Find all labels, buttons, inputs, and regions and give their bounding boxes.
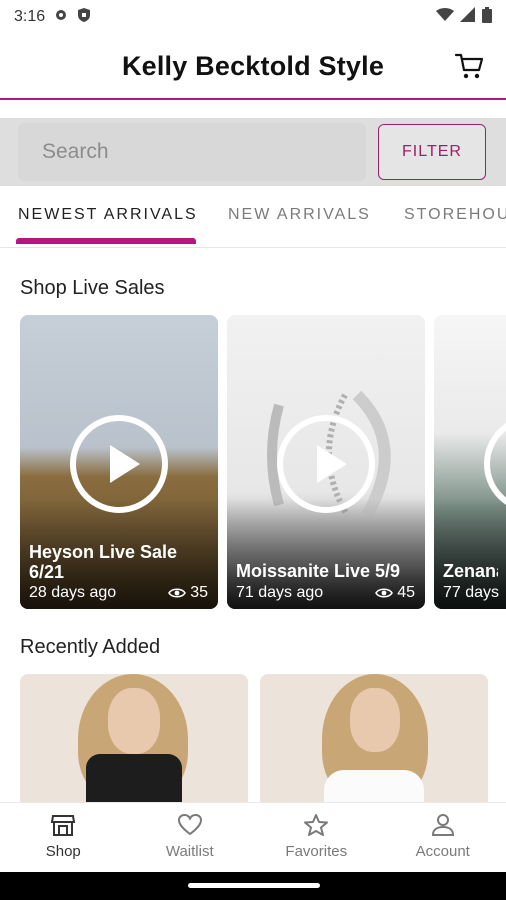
search-input[interactable]: Search	[18, 123, 366, 181]
active-tab-indicator	[16, 238, 196, 244]
nav-waitlist[interactable]: Waitlist	[127, 803, 254, 872]
card-meta: 71 days ago 45	[236, 584, 415, 602]
nav-label: Shop	[45, 843, 81, 860]
card-age: 77 days	[443, 584, 500, 601]
battery-icon	[482, 6, 492, 28]
bottom-nav: Shop Waitlist Favorites Account	[0, 802, 506, 872]
product-card[interactable]	[260, 674, 488, 804]
card-meta: 77 days	[443, 584, 506, 602]
live-sale-card[interactable]: Zenana 77 days	[434, 315, 506, 609]
card-title: Zenana	[443, 561, 498, 581]
section-title-recently-added: Recently Added	[20, 636, 161, 658]
card-meta: 28 days ago 35	[29, 584, 208, 602]
card-age: 28 days ago	[29, 584, 117, 601]
tab-storehouse[interactable]: STOREHOU	[404, 206, 506, 224]
heart-icon	[177, 813, 202, 836]
play-icon[interactable]	[277, 415, 375, 513]
eye-icon	[168, 588, 187, 598]
cart-icon	[454, 53, 484, 79]
cart-button[interactable]	[454, 50, 486, 82]
nav-account[interactable]: Account	[380, 803, 506, 872]
card-age: 71 days ago	[236, 584, 324, 601]
nav-label: Account	[415, 843, 470, 860]
status-bar: 3:16	[0, 0, 506, 34]
nav-favorites[interactable]: Favorites	[253, 803, 380, 872]
system-nav-bar	[0, 872, 506, 900]
product-card[interactable]	[20, 674, 248, 804]
store-title: Kelly Becktold Style	[121, 50, 385, 81]
wifi-icon	[436, 7, 454, 27]
eye-icon	[375, 588, 394, 598]
section-title-live-sales: Shop Live Sales	[20, 277, 165, 299]
card-title: Heyson Live Sale 6/21	[29, 542, 178, 582]
status-time: 3:16	[14, 8, 46, 25]
shop-icon	[51, 815, 76, 836]
settings-gear-icon	[53, 7, 69, 28]
filter-button[interactable]: FILTER	[378, 124, 486, 180]
nav-label: Favorites	[285, 843, 348, 860]
card-views: 35	[190, 584, 208, 601]
shield-icon	[77, 7, 91, 28]
live-sale-card[interactable]: Moissanite Live 5/9 71 days ago 45	[227, 315, 425, 609]
home-gesture-bar[interactable]	[188, 883, 320, 888]
tab-new-arrivals[interactable]: NEW ARRIVALS	[228, 206, 371, 224]
app-header: Kelly Becktold Style	[0, 34, 506, 100]
card-views: 45	[397, 584, 415, 601]
signal-icon	[460, 7, 476, 27]
nav-label: Waitlist	[165, 843, 214, 860]
live-sale-card[interactable]: Heyson Live Sale 6/21 28 days ago 35	[20, 315, 218, 609]
search-bar-area: Search FILTER	[0, 118, 506, 186]
play-icon[interactable]	[70, 415, 168, 513]
person-icon	[431, 814, 454, 836]
star-icon	[304, 814, 329, 836]
tab-newest-arrivals[interactable]: NEWEST ARRIVALS	[18, 206, 198, 224]
card-title: Moissanite Live 5/9	[236, 561, 401, 581]
nav-shop[interactable]: Shop	[0, 803, 127, 872]
